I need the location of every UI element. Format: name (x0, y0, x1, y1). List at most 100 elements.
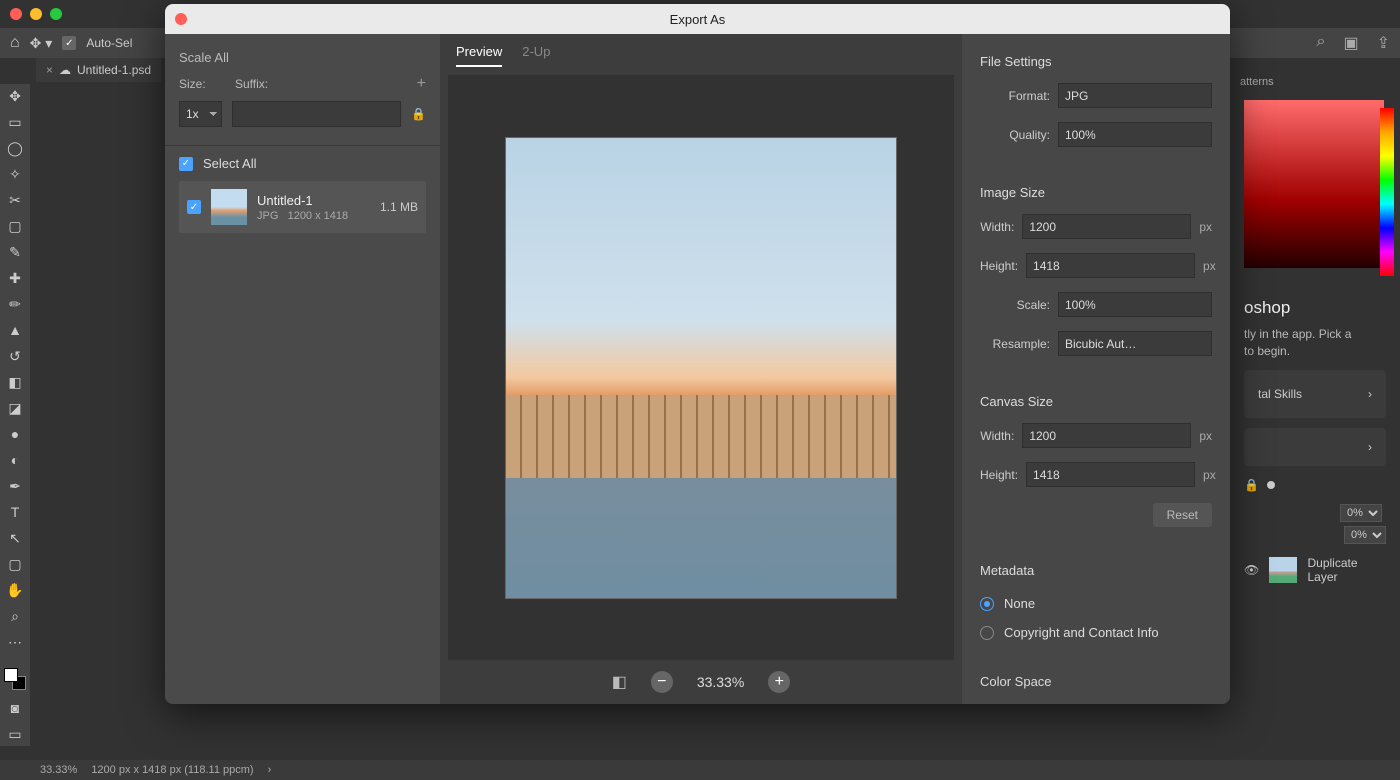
color-space-heading: Color Space (980, 674, 1212, 689)
resample-select[interactable]: Bicubic Aut… (1058, 331, 1212, 356)
size-label: Size: (179, 77, 225, 91)
zoom-tool-icon[interactable]: ⌕ (5, 608, 25, 624)
magic-wand-tool-icon[interactable]: ✧ (5, 166, 25, 182)
eyedropper-tool-icon[interactable]: ✎ (5, 244, 25, 260)
color-picker-swatch[interactable] (1244, 100, 1384, 268)
zoom-out-icon[interactable]: − (651, 671, 673, 693)
metadata-none-label: None (1004, 596, 1035, 611)
skill-row[interactable]: tal Skills › (1244, 370, 1386, 418)
tab-2up[interactable]: 2-Up (522, 44, 550, 67)
unit-px: px (1203, 468, 1216, 482)
clone-stamp-tool-icon[interactable]: ▲ (5, 322, 25, 338)
preview-panel: Preview 2-Up ◧ − 33.33% + (440, 34, 962, 704)
width-input[interactable] (1022, 214, 1191, 239)
chevron-right-icon: › (1368, 440, 1372, 454)
type-tool-icon[interactable]: T (5, 504, 25, 520)
opacity-select[interactable]: 0% (1340, 504, 1382, 522)
move-tool-icon[interactable]: ✥ (5, 88, 25, 104)
fit-screen-icon[interactable]: ◧ (612, 672, 627, 692)
asset-row[interactable]: Untitled-1 JPG 1200 x 1418 1.1 MB (179, 181, 426, 233)
healing-brush-tool-icon[interactable]: ✚ (5, 270, 25, 286)
frame-tool-icon[interactable]: ▢ (5, 218, 25, 234)
asset-checkbox[interactable] (187, 200, 201, 214)
close-tab-icon[interactable]: × (46, 63, 53, 77)
marquee-tool-icon[interactable]: ▭ (5, 114, 25, 130)
suffix-input[interactable] (232, 101, 401, 127)
hue-slider[interactable] (1380, 108, 1394, 276)
auto-select-checkbox[interactable] (62, 36, 76, 50)
tools-panel: ✥ ▭ ◯ ✧ ✂ ▢ ✎ ✚ ✏ ▲ ↺ ◧ ◪ ● ◐ ✒ T ↖ ▢ ✋ … (0, 84, 30, 746)
dialog-title: Export As (670, 12, 726, 27)
quick-mask-icon[interactable]: ◙ (5, 700, 25, 716)
rectangle-tool-icon[interactable]: ▢ (5, 556, 25, 572)
window-traffic-lights (10, 8, 62, 20)
format-select[interactable]: JPG (1058, 83, 1212, 108)
learn-text: tly in the app. Pick a to begin. (1244, 326, 1386, 360)
history-brush-tool-icon[interactable]: ↺ (5, 348, 25, 364)
layer-name: Duplicate Layer (1307, 556, 1386, 584)
close-dialog-icon[interactable] (175, 13, 187, 25)
canvas-height-input[interactable] (1026, 462, 1195, 487)
close-window-icon[interactable] (10, 8, 22, 20)
hand-tool-icon[interactable]: ✋ (5, 582, 25, 598)
scale-select[interactable]: 100% (1058, 292, 1212, 317)
search-icon[interactable]: ⌕ (1317, 33, 1326, 53)
canvas-size-heading: Canvas Size (980, 394, 1212, 409)
layer-row[interactable]: 👁 Duplicate Layer (1244, 556, 1386, 584)
crop-tool-icon[interactable]: ✂ (5, 192, 25, 208)
file-settings-heading: File Settings (980, 54, 1212, 69)
path-select-tool-icon[interactable]: ↖ (5, 530, 25, 546)
zoom-in-icon[interactable]: + (768, 671, 790, 693)
metadata-copyright-radio[interactable] (980, 626, 994, 640)
preview-canvas[interactable] (448, 75, 954, 660)
move-tool-icon[interactable]: ✥ ▾ (30, 35, 53, 52)
document-tab[interactable]: × ☁ Untitled-1.psd (36, 58, 161, 82)
asset-size: 1.1 MB (380, 200, 418, 214)
status-bar: 33.33% 1200 px x 1418 px (118.11 ppcm) › (0, 760, 1400, 780)
dodge-tool-icon[interactable]: ◐ (5, 452, 25, 468)
add-scale-icon[interactable]: + (417, 75, 426, 93)
select-all-checkbox[interactable] (179, 157, 193, 171)
resample-label: Resample: (980, 337, 1050, 351)
cloud-icon: ☁ (59, 63, 71, 77)
visibility-icon[interactable]: 👁 (1244, 563, 1259, 577)
eraser-tool-icon[interactable]: ◧ (5, 374, 25, 390)
share-icon[interactable]: ⇪ (1377, 33, 1390, 53)
format-label: Format: (980, 89, 1050, 103)
scale-all-label: Scale All (179, 50, 426, 65)
reset-button[interactable]: Reset (1153, 503, 1212, 527)
maximize-window-icon[interactable] (50, 8, 62, 20)
gradient-tool-icon[interactable]: ◪ (5, 400, 25, 416)
canvas-width-input[interactable] (1022, 423, 1191, 448)
image-size-heading: Image Size (980, 185, 1212, 200)
asset-name: Untitled-1 (257, 193, 370, 208)
minimize-window-icon[interactable] (30, 8, 42, 20)
canvas-width-label: Width: (980, 429, 1014, 443)
workspace-icon[interactable]: ▣ (1343, 33, 1358, 53)
metadata-copyright-label: Copyright and Contact Info (1004, 625, 1159, 640)
quality-select[interactable]: 100% (1058, 122, 1212, 147)
blur-tool-icon[interactable]: ● (5, 426, 25, 442)
home-icon[interactable]: ⌂ (10, 34, 20, 52)
chevron-right-icon[interactable]: › (268, 764, 272, 776)
patterns-tab[interactable]: atterns (1230, 70, 1400, 94)
chevron-right-icon: › (1368, 387, 1372, 401)
layer-thumbnail (1269, 557, 1297, 583)
unit-px: px (1199, 429, 1212, 443)
scale-select[interactable]: 1x (179, 101, 222, 127)
tab-preview[interactable]: Preview (456, 44, 502, 67)
brush-tool-icon[interactable]: ✏ (5, 296, 25, 312)
canvas-height-label: Height: (980, 468, 1018, 482)
foreground-background-colors[interactable] (4, 668, 26, 690)
lasso-tool-icon[interactable]: ◯ (5, 140, 25, 156)
asset-sub: JPG 1200 x 1418 (257, 210, 370, 222)
height-input[interactable] (1026, 253, 1195, 278)
screen-mode-icon[interactable]: ▭ (5, 726, 25, 742)
metadata-none-radio[interactable] (980, 597, 994, 611)
pen-tool-icon[interactable]: ✒ (5, 478, 25, 494)
skill-row-2[interactable]: › (1244, 428, 1386, 466)
fill-select[interactable]: 0% (1344, 526, 1386, 544)
scale-assets-panel: Scale All Size: Suffix: + 1x 🔒 Select Al… (165, 34, 440, 704)
more-tools-icon[interactable]: ⋯ (5, 634, 25, 650)
zoom-value: 33.33% (697, 674, 744, 690)
